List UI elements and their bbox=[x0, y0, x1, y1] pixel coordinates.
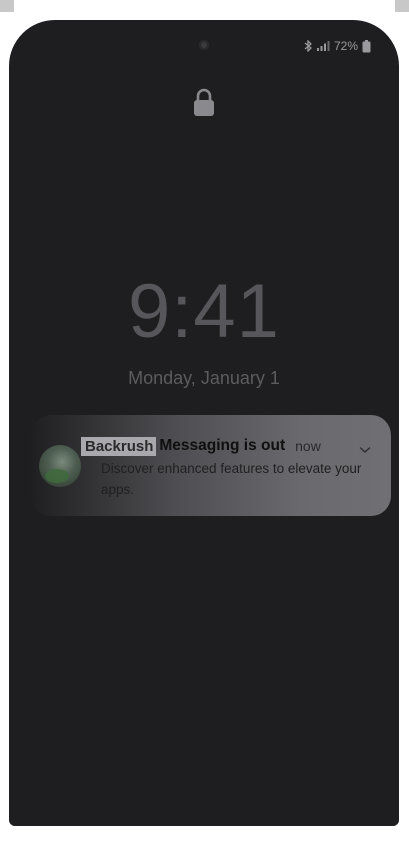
bluetooth-icon bbox=[304, 40, 312, 52]
battery-icon bbox=[362, 39, 371, 53]
battery-percent: 72% bbox=[333, 39, 358, 53]
signal-icon bbox=[316, 40, 330, 52]
clock-time: 9:41 bbox=[128, 269, 280, 354]
notification-app-name: Backrush bbox=[81, 436, 157, 456]
corner-artifact bbox=[395, 0, 409, 12]
notification-time: now bbox=[295, 438, 321, 454]
chevron-down-icon[interactable] bbox=[359, 441, 371, 453]
notification-card[interactable]: Backrush Messaging is out now Discover e… bbox=[31, 415, 391, 516]
clock-date: Monday, January 1 bbox=[128, 368, 280, 388]
status-bar: 72% bbox=[304, 38, 371, 54]
phone-lock-screen: 72% 9:41 Monday, January 1 Backrush Mess… bbox=[9, 20, 399, 826]
corner-artifact bbox=[0, 0, 14, 12]
notification-title: Messaging is out bbox=[159, 437, 286, 454]
lock-icon[interactable] bbox=[192, 88, 216, 118]
screenshot-page: 72% 9:41 Monday, January 1 Backrush Mess… bbox=[0, 0, 409, 843]
camera-icon bbox=[199, 40, 209, 50]
notification-body: Discover enhanced features to elevate yo… bbox=[101, 461, 362, 497]
notification-header: Backrush Messaging is out now bbox=[81, 436, 321, 456]
app-avatar-icon bbox=[39, 445, 81, 487]
